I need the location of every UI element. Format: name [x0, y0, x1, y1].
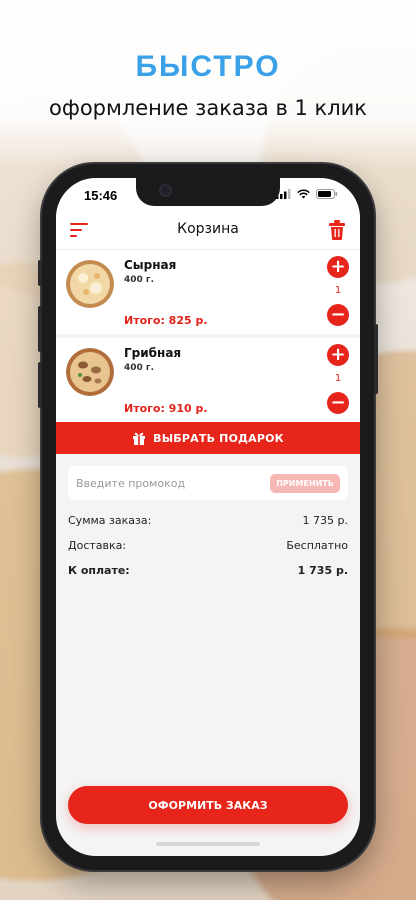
decrease-quantity-button[interactable]: − [327, 392, 349, 414]
choose-gift-label: ВЫБРАТЬ ПОДАРОК [153, 431, 284, 445]
home-indicator [156, 842, 260, 846]
promo-subheadline: оформление заказа в 1 клик [49, 96, 367, 120]
pizza-image-mushroom [66, 348, 114, 396]
phone-mute-switch [38, 260, 42, 286]
quantity-value: 1 [334, 373, 342, 384]
minus-icon: − [330, 392, 346, 413]
promo-code-input[interactable] [76, 472, 266, 494]
status-time: 15:46 [84, 188, 118, 203]
increase-quantity-button[interactable]: + [327, 256, 349, 278]
checkout-button[interactable]: ОФОРМИТЬ ЗАКАЗ [68, 786, 348, 824]
cart-item: Грибная 400 г. Итого: 910 р. + 1 − [56, 338, 360, 422]
item-name: Грибная [124, 346, 182, 360]
item-total: Итого: 910 р. [124, 402, 208, 415]
order-sum-label: Сумма заказа: [68, 514, 152, 527]
phone-frame: 15:46 Корзина Сырная 400 г. Итого: 825 р… [38, 164, 378, 870]
item-weight: 400 г. [124, 275, 155, 285]
trash-icon[interactable] [328, 220, 346, 240]
wifi-icon [297, 189, 310, 199]
plus-icon: + [330, 344, 346, 365]
pizza-image-cheese [66, 260, 114, 308]
delivery-label: Доставка: [68, 539, 127, 552]
cart-item: Сырная 400 г. Итого: 825 р. + 1 − [56, 250, 360, 334]
increase-quantity-button[interactable]: + [327, 344, 349, 366]
minus-icon: − [330, 304, 346, 325]
delivery-row: Доставка: Бесплатно [68, 539, 348, 552]
order-sum-value: 1 735 р. [302, 514, 348, 527]
background-fade [0, 0, 416, 170]
notch [136, 178, 280, 206]
promo-code-box: ПРИМЕНИТЬ [68, 466, 348, 500]
apply-promo-button[interactable]: ПРИМЕНИТЬ [270, 474, 340, 493]
delivery-value: Бесплатно [286, 539, 348, 552]
decrease-quantity-button[interactable]: − [327, 304, 349, 326]
page-title: Корзина [177, 221, 239, 237]
battery-icon [316, 189, 338, 199]
gift-icon [133, 432, 146, 445]
to-pay-label: К оплате: [68, 564, 130, 577]
item-total: Итого: 825 р. [124, 314, 208, 327]
plus-icon: + [330, 256, 346, 277]
to-pay-value: 1 735 р. [297, 564, 348, 577]
item-name: Сырная [124, 258, 177, 272]
promo-headline: БЫСТРО [135, 50, 281, 83]
phone-volume-down [38, 362, 42, 408]
phone-volume-up [38, 306, 42, 352]
choose-gift-button[interactable]: ВЫБРАТЬ ПОДАРОК [56, 422, 360, 454]
front-camera [161, 186, 170, 195]
to-pay-row: К оплате: 1 735 р. [68, 564, 348, 577]
status-icons [276, 189, 338, 199]
app-screen: 15:46 Корзина Сырная 400 г. Итого: 825 р… [56, 178, 360, 856]
phone-power-button [374, 324, 378, 394]
top-navbar: Корзина [56, 210, 360, 250]
order-sum-row: Сумма заказа: 1 735 р. [68, 514, 348, 527]
item-weight: 400 г. [124, 363, 155, 373]
quantity-value: 1 [334, 285, 342, 296]
